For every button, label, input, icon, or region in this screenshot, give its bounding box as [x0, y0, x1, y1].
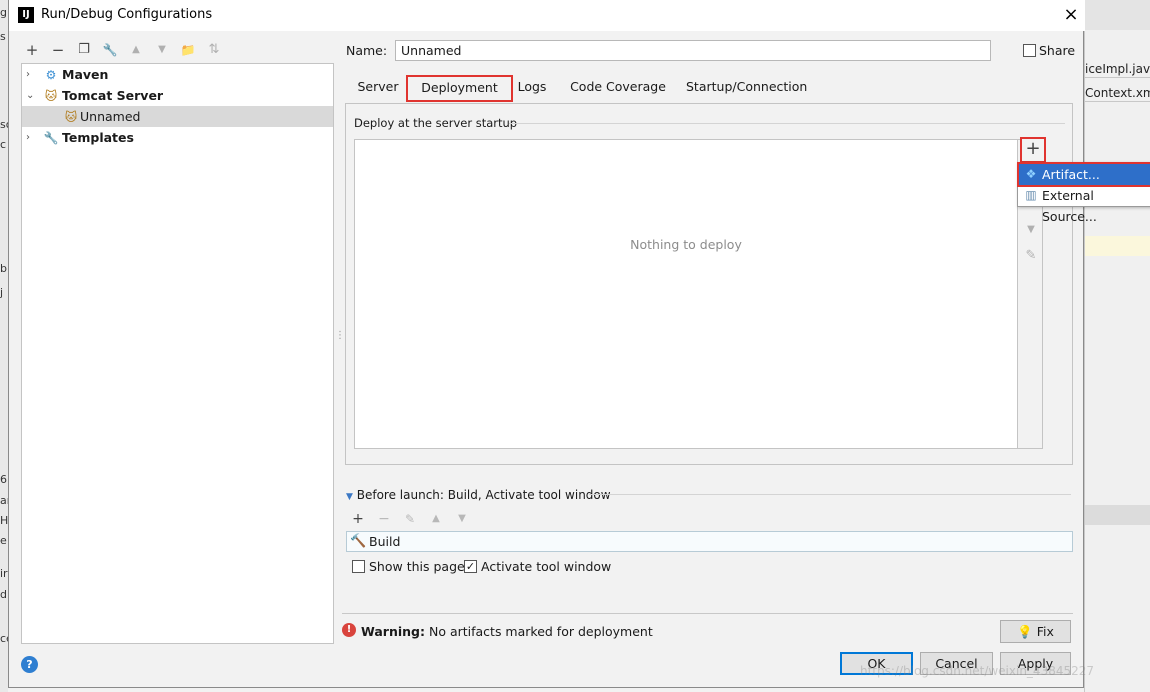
configuration-tree: › ⚙ Maven ⌄ 🐱 Tomcat Server 🐱 Unnamed › … [21, 63, 334, 644]
list-item[interactable]: Build [369, 534, 400, 549]
close-icon[interactable]: × [1061, 4, 1081, 26]
move-down-icon[interactable]: ▼ [1020, 221, 1042, 239]
bg-fragment: s [0, 30, 6, 43]
warning-text: No artifacts marked for deployment [428, 624, 653, 639]
tree-item-tomcat-server[interactable]: ⌄ 🐱 Tomcat Server [22, 85, 333, 106]
tree-item-label: Tomcat Server [62, 88, 164, 103]
name-input[interactable]: Unnamed [395, 40, 991, 61]
wrench-icon[interactable]: 🔧 [101, 40, 119, 60]
external-source-icon: ▥ [1025, 188, 1037, 202]
before-launch-title: Before launch: Build, Activate tool wind… [356, 488, 611, 502]
add-deployment-popup: ❖ Artifact... ▥ External Source... [1017, 162, 1150, 224]
bg-fragment: ir [0, 567, 8, 580]
tree-item-maven[interactable]: › ⚙ Maven [22, 64, 333, 85]
chevron-down-icon[interactable]: ⌄ [26, 85, 36, 106]
sort-icon[interactable]: ⇅ [205, 40, 223, 60]
tab-deployment[interactable]: Deployment [406, 75, 513, 102]
tab-server[interactable]: Server [351, 78, 405, 100]
tree-item-label: Unnamed [80, 109, 141, 124]
bulb-icon: 💡 [1017, 624, 1033, 639]
collapse-triangle-icon[interactable]: ▼ [346, 492, 353, 502]
share-label: Share [1039, 43, 1076, 58]
add-icon[interactable]: + [349, 510, 367, 528]
bg-toolbar [1085, 0, 1150, 30]
fix-button[interactable]: 💡 Fix [1000, 620, 1071, 643]
bg-fragment: e [0, 534, 7, 547]
chevron-right-icon[interactable]: › [26, 64, 36, 85]
tomcat-icon: 🐱 [44, 89, 58, 103]
folder-icon[interactable]: 📁 [179, 40, 197, 60]
activate-tool-window-label: Activate tool window [481, 559, 612, 574]
show-page-label: Show this page [369, 559, 465, 574]
error-icon: ! [342, 623, 356, 637]
activate-tool-window-checkbox[interactable]: ✓ [464, 560, 477, 573]
bg-fragment: 6 [0, 473, 7, 486]
before-launch-header[interactable]: ▼ Before launch: Build, Activate tool wi… [346, 488, 611, 502]
tab-code-coverage[interactable]: Code Coverage [565, 78, 671, 100]
deploy-list[interactable]: Nothing to deploy [354, 139, 1018, 449]
tab-logs[interactable]: Logs [514, 78, 550, 100]
tab-startup-connection[interactable]: Startup/Connection [686, 78, 807, 100]
watermark: https://blog.csdn.net/weixin_43845227 [860, 664, 1095, 678]
background-ide-left: g s so c b j 6 ar H e ir d ce [0, 0, 8, 692]
chevron-right-icon[interactable]: › [26, 127, 36, 148]
run-debug-dialog: IJ Run/Debug Configurations × + − ❐ 🔧 ▲ … [8, 0, 1150, 688]
before-launch-list: 🔨 Build [346, 531, 1073, 552]
menu-item-external-source[interactable]: ▥ External Source... [1019, 185, 1150, 224]
warning-bold: Warning: [361, 624, 425, 639]
bg-fragment: d [0, 588, 7, 601]
group-divider [509, 123, 1065, 124]
hammer-icon: 🔨 [350, 534, 367, 549]
bg-fragment: ce [0, 632, 8, 645]
before-launch-divider [589, 494, 1071, 495]
bg-fragment: ar [0, 494, 8, 507]
bg-fragment: g [0, 6, 7, 19]
bg-fragment: c [0, 138, 7, 151]
move-up-icon[interactable]: ▲ [427, 510, 445, 528]
empty-state-text: Nothing to deploy [630, 237, 742, 252]
remove-icon[interactable]: − [375, 510, 393, 528]
tree-item-templates[interactable]: › 🔧 Templates [22, 127, 333, 148]
share-checkbox[interactable] [1023, 44, 1036, 57]
deploy-group-title: Deploy at the server startup [354, 116, 518, 130]
remove-icon[interactable]: − [49, 40, 67, 60]
bg-editor-tab[interactable]: iceImpl.java [1085, 56, 1150, 78]
bg-fragment: b [0, 262, 7, 275]
bg-fragment: H [0, 514, 8, 527]
background-ide-right: iceImpl.java Context.xml [1084, 0, 1150, 692]
menu-item-label: External Source... [1042, 188, 1097, 224]
splitter-handle[interactable]: ⋮ [335, 330, 345, 346]
show-page-checkbox[interactable] [352, 560, 365, 573]
copy-icon[interactable]: ❐ [75, 40, 93, 60]
bg-editor-tab[interactable]: Context.xml [1085, 80, 1150, 102]
warning-message: Warning: No artifacts marked for deploym… [361, 624, 653, 639]
tomcat-icon: 🐱 [64, 110, 78, 124]
menu-item-artifact[interactable]: ❖ Artifact... [1017, 162, 1150, 187]
fix-label: Fix [1036, 624, 1054, 639]
move-down-icon[interactable]: ▼ [453, 510, 471, 528]
wrench-icon: 🔧 [43, 131, 59, 145]
move-down-icon[interactable]: ▼ [153, 40, 171, 60]
tree-item-label: Maven [62, 67, 109, 82]
add-deployment-button[interactable]: + [1020, 137, 1046, 163]
intellij-icon: IJ [18, 7, 34, 23]
help-icon[interactable]: ? [21, 656, 38, 673]
tree-item-unnamed[interactable]: 🐱 Unnamed [22, 106, 333, 127]
title-bar: IJ Run/Debug Configurations × [9, 0, 1085, 31]
name-label: Name: [346, 43, 388, 58]
pencil-icon[interactable]: ✎ [401, 510, 419, 528]
bg-line-highlight [1085, 236, 1150, 256]
pencil-icon[interactable]: ✎ [1020, 247, 1042, 265]
move-up-icon[interactable]: ▲ [127, 40, 145, 60]
gear-icon: ⚙ [45, 68, 57, 82]
window-title: Run/Debug Configurations [41, 7, 213, 22]
warning-divider [342, 613, 1073, 614]
artifact-icon: ❖ [1025, 167, 1037, 181]
tree-item-label: Templates [62, 130, 134, 145]
bg-fragment: so [0, 118, 8, 131]
bg-panel-bar [1085, 505, 1150, 525]
menu-item-label: Artifact... [1042, 167, 1100, 182]
bg-fragment: j [0, 286, 4, 299]
add-icon[interactable]: + [23, 40, 41, 60]
